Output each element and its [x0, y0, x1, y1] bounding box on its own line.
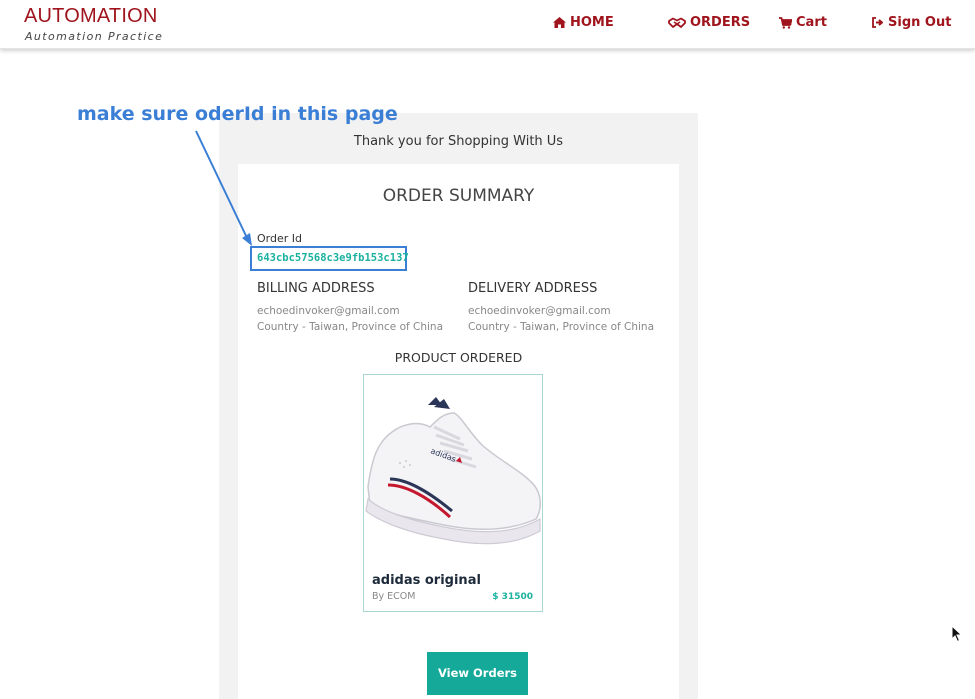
- thank-you-message: Thank you for Shopping With Us: [353, 134, 564, 149]
- product-price: $ 31500: [492, 592, 533, 602]
- nav-signout-label: Sign Out: [888, 15, 952, 30]
- product-card[interactable]: adidas adidas original By ECOM $ 31500: [363, 374, 543, 612]
- product-vendor: By ECOM: [372, 591, 416, 602]
- delivery-country: Country - Taiwan, Province of China: [468, 321, 655, 333]
- nav-signout-button[interactable]: Sign Out: [872, 15, 951, 30]
- order-summary-card: ORDER SUMMARY Order Id 643cbc57568c3e9fb…: [238, 164, 679, 699]
- nav-home-label: HOME: [570, 15, 614, 30]
- sign-out-icon: [872, 17, 884, 28]
- top-navbar: AUTOMATION Automation Practice HOME ORDE…: [0, 0, 975, 49]
- order-confirmation-panel: Thank you for Shopping With Us ORDER SUM…: [219, 113, 698, 699]
- mouse-cursor-icon: [951, 625, 963, 643]
- nav-cart-label: Cart: [796, 15, 827, 30]
- sneaker-image: adidas: [365, 397, 541, 545]
- home-icon: [553, 17, 566, 28]
- handshake-icon: [668, 17, 686, 29]
- nav-cart-button[interactable]: Cart: [779, 15, 827, 30]
- delivery-email: echoedinvoker@gmail.com: [468, 305, 611, 317]
- order-id-label: Order Id: [257, 232, 302, 245]
- nav-orders-button[interactable]: ORDERS: [668, 15, 750, 30]
- nav-orders-label: ORDERS: [690, 15, 751, 30]
- brand-title[interactable]: AUTOMATION: [24, 5, 157, 28]
- annotation-text: make sure oderId in this page: [77, 103, 398, 125]
- brand-subtitle: Automation Practice: [25, 30, 164, 43]
- delivery-address-heading: DELIVERY ADDRESS: [468, 281, 598, 296]
- billing-country: Country - Taiwan, Province of China: [257, 321, 444, 333]
- order-summary-title: ORDER SUMMARY: [382, 186, 535, 206]
- product-ordered-heading: PRODUCT ORDERED: [394, 350, 523, 365]
- order-id-value: 643cbc57568c3e9fb153c137: [257, 252, 409, 264]
- billing-address-heading: BILLING ADDRESS: [257, 281, 375, 296]
- cart-icon: [779, 16, 792, 29]
- billing-email: echoedinvoker@gmail.com: [257, 305, 400, 317]
- product-name[interactable]: adidas original: [372, 573, 481, 588]
- nav-home-button[interactable]: HOME: [553, 15, 614, 30]
- view-orders-button[interactable]: View Orders: [427, 652, 528, 695]
